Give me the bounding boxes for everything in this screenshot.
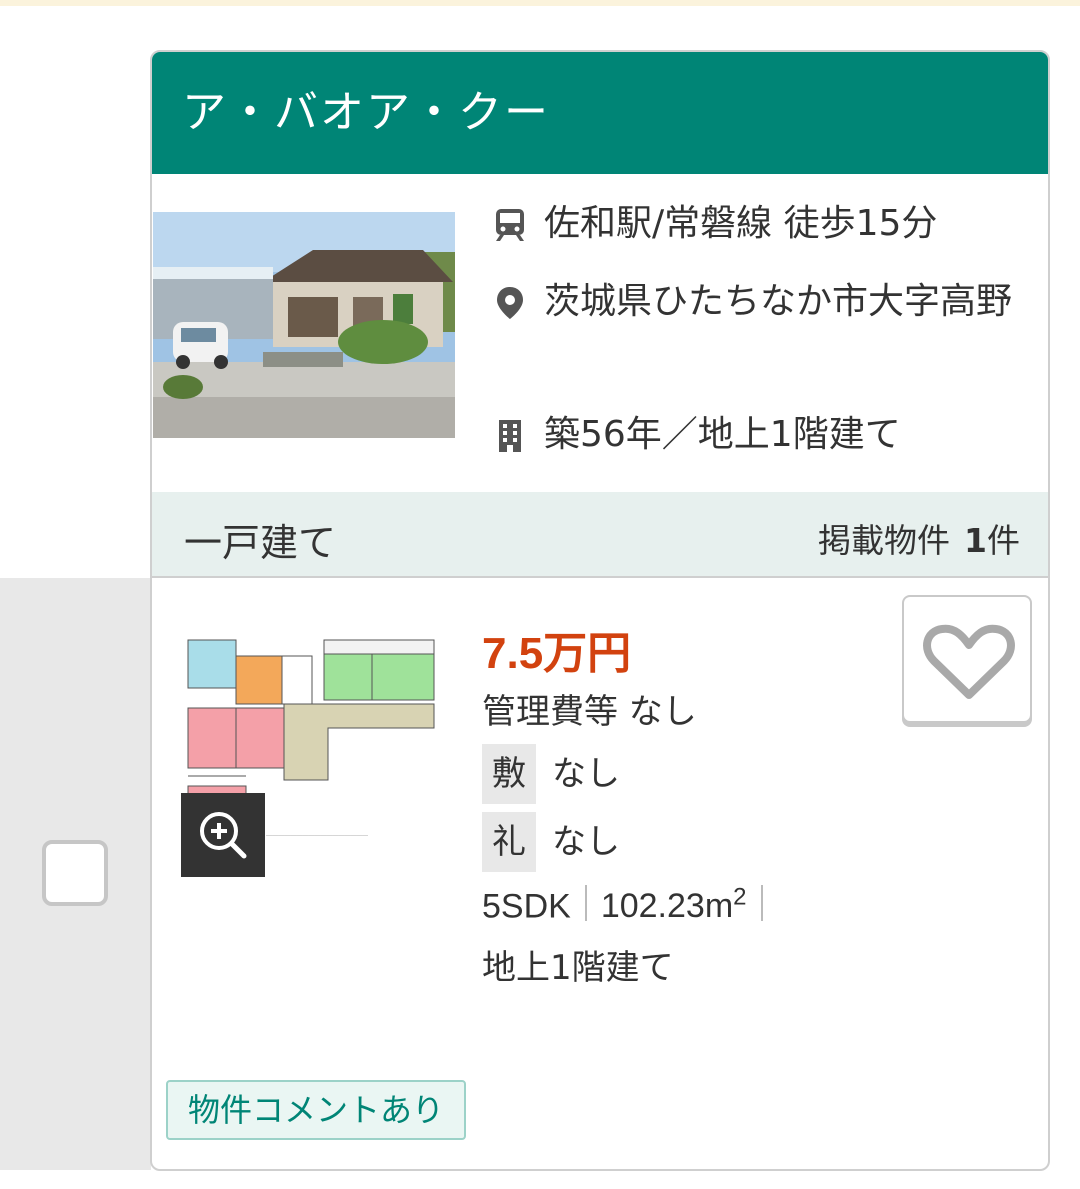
- zoom-floorplan-button[interactable]: [181, 793, 265, 877]
- heart-icon: [923, 624, 1015, 699]
- map-pin-icon: [492, 284, 528, 320]
- area-exponent: 2: [733, 884, 747, 911]
- address-text: 茨城県ひたちなか市大字高野: [544, 281, 1013, 322]
- building-text: 築56年／地上1階建て: [544, 414, 901, 455]
- property-name[interactable]: ア・バオア・クー: [152, 52, 1048, 174]
- deposit-label: 敷: [482, 744, 536, 804]
- rent-price: 7.5万円: [482, 629, 632, 678]
- train-icon: [492, 206, 528, 242]
- area-value: 102.23m: [600, 887, 734, 926]
- listing-count-label: 掲載物件: [818, 521, 951, 560]
- select-checkbox[interactable]: [42, 840, 108, 906]
- deposit-value: なし: [552, 754, 620, 794]
- spec-line: 5SDK 102.23m2: [482, 884, 777, 926]
- comment-tag: 物件コメントあり: [166, 1080, 467, 1140]
- layout: 5SDK: [482, 887, 571, 926]
- key-money-row: 礼なし: [482, 812, 620, 872]
- spec-divider: [760, 885, 763, 922]
- property-card: ア・バオア・クー 佐和駅/常磐線 徒歩15分 茨城県ひたちなか市大字高野 築56…: [150, 50, 1050, 1171]
- listing-count-number: 1: [964, 521, 987, 560]
- spec-divider: [584, 885, 587, 922]
- house-photo-image: [153, 212, 455, 438]
- area: 102.23m2: [600, 884, 747, 926]
- listing-count: 掲載物件 1件: [818, 514, 1020, 562]
- floor-info: 地上1階建て: [482, 948, 674, 988]
- svg-text:……………………………………………: ……………………………………………: [266, 831, 368, 838]
- key-money-value: なし: [552, 822, 620, 862]
- listing-count-unit: 件: [987, 521, 1020, 560]
- zoom-in-icon: [200, 812, 247, 859]
- access-text: 佐和駅/常磐線 徒歩15分: [544, 203, 938, 244]
- key-money-label: 礼: [482, 812, 536, 872]
- property-type: 一戸建て: [184, 521, 337, 565]
- favorite-button[interactable]: [902, 595, 1032, 723]
- deposit-row: 敷なし: [482, 744, 620, 804]
- property-type-bar: 一戸建て 掲載物件 1件: [152, 492, 1048, 578]
- top-strip: [0, 0, 1080, 6]
- building-icon: [492, 417, 528, 453]
- management-fee: 管理費等 なし: [482, 692, 697, 732]
- property-photo[interactable]: [153, 212, 455, 438]
